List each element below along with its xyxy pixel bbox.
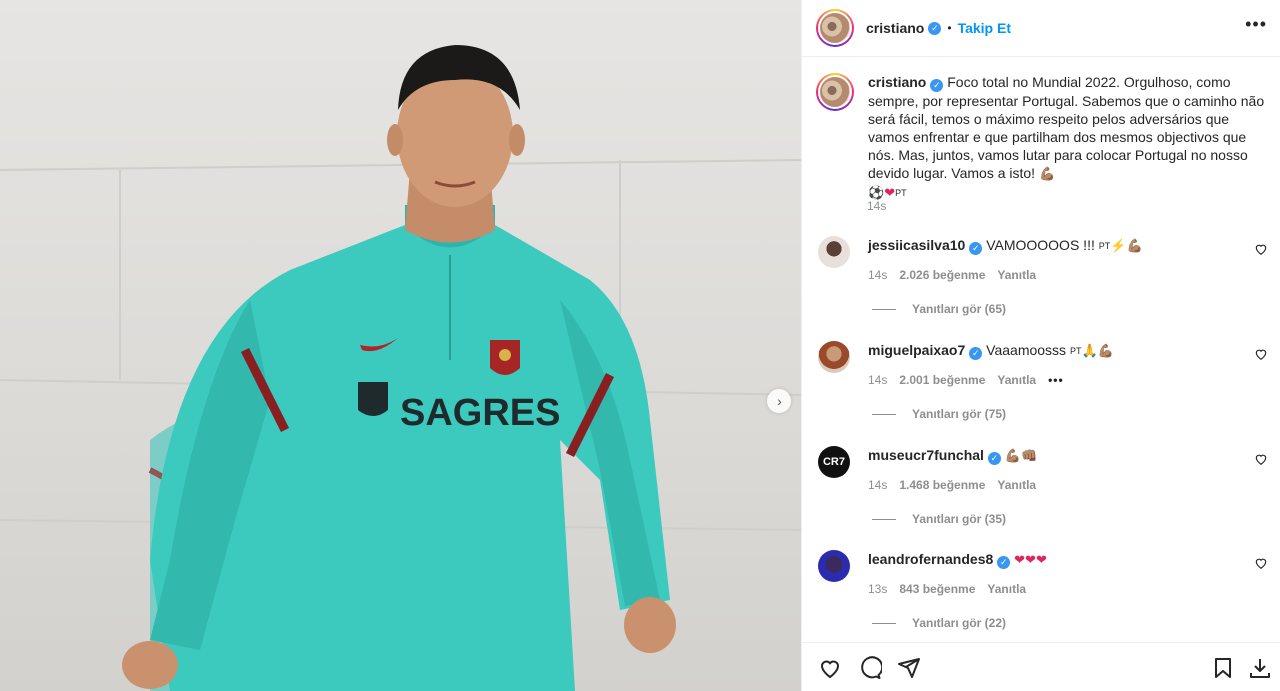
comment-meta: 14s 1.468 beğenme Yanıtla bbox=[868, 478, 1036, 492]
jersey-sponsor-text: SAGRES bbox=[400, 392, 560, 434]
reply-button[interactable]: Yanıtla bbox=[997, 373, 1036, 387]
comment-emoji: 💪🏽👊🏽 bbox=[1004, 448, 1038, 463]
portugal-flag-emoji: PT bbox=[1098, 241, 1111, 251]
comment-body: museucr7funchal ✓ 💪🏽👊🏽 bbox=[868, 446, 1238, 465]
comment-meta: 14s 2.026 beğenme Yanıtla bbox=[868, 268, 1036, 282]
author-username[interactable]: cristiano bbox=[866, 20, 924, 36]
verified-badge-icon: ✓ bbox=[930, 79, 944, 92]
author-avatar[interactable] bbox=[816, 9, 854, 47]
caption-username[interactable]: cristiano bbox=[868, 74, 926, 90]
reply-button[interactable]: Yanıtla bbox=[987, 582, 1026, 596]
comment-username[interactable]: miguelpaixao7 bbox=[868, 342, 965, 358]
next-photo-button[interactable]: › bbox=[767, 389, 791, 413]
commenter-avatar[interactable] bbox=[818, 236, 850, 268]
heart-icon[interactable] bbox=[818, 656, 842, 680]
caption-text: Foco total no Mundial 2022. Orgulhoso, c… bbox=[868, 74, 1265, 181]
reply-button[interactable]: Yanıtla bbox=[997, 478, 1036, 492]
view-replies-label: Yanıtları gör (65) bbox=[912, 302, 1007, 316]
view-replies-button[interactable]: Yanıtları gör (35) bbox=[872, 512, 1006, 526]
comment-like-heart-icon[interactable] bbox=[1254, 347, 1268, 361]
share-icon[interactable] bbox=[897, 656, 921, 680]
comment-username[interactable]: museucr7funchal bbox=[868, 447, 984, 463]
comment-likes[interactable]: 2.026 beğenme bbox=[899, 268, 985, 282]
follow-button[interactable]: Takip Et bbox=[958, 20, 1011, 36]
comment-likes[interactable]: 1.468 beğenme bbox=[899, 478, 985, 492]
post-header: cristiano ✓ • Takip Et ••• bbox=[802, 0, 1280, 57]
comment-meta: 14s 2.001 beğenme Yanıtla ••• bbox=[868, 373, 1064, 387]
view-replies-label: Yanıtları gör (35) bbox=[912, 512, 1007, 526]
photo-illustration: SAGRES bbox=[0, 45, 801, 691]
comment-text: VAMOOOOOS !!! bbox=[986, 237, 1099, 253]
comment-body: miguelpaixao7 ✓ Vaaamoosss PT🙏💪🏽 bbox=[868, 341, 1238, 360]
header-separator: • bbox=[947, 21, 952, 35]
post-caption: cristiano ✓ Foco total no Mundial 2022. O… bbox=[816, 73, 1268, 202]
comment-emoji: 🙏💪🏽 bbox=[1081, 343, 1114, 358]
verified-badge-icon: ✓ bbox=[987, 452, 1001, 465]
reply-button[interactable]: Yanıtla bbox=[997, 268, 1036, 282]
view-replies-button[interactable]: Yanıtları gör (22) bbox=[872, 616, 1006, 630]
comment-time: 14s bbox=[868, 268, 888, 282]
comment-username[interactable]: jessiicasilva10 bbox=[868, 237, 965, 253]
comment-icon[interactable] bbox=[858, 656, 882, 680]
comment-time: 14s bbox=[868, 373, 888, 387]
comment-options-icon[interactable]: ••• bbox=[1048, 373, 1064, 387]
comment-text: Vaaamoosss bbox=[986, 342, 1070, 358]
verified-badge-icon: ✓ bbox=[969, 347, 983, 360]
caption-author-avatar[interactable] bbox=[816, 73, 854, 111]
comment-like-heart-icon[interactable] bbox=[1254, 556, 1268, 570]
flexed-biceps-emoji: 💪🏽 bbox=[1038, 166, 1056, 181]
post-details-panel: cristiano ✓ • Takip Et ••• cristiano ✓ Fo… bbox=[801, 0, 1280, 691]
comment-like-heart-icon[interactable] bbox=[1254, 452, 1268, 466]
verified-badge-icon: ✓ bbox=[928, 21, 942, 35]
verified-badge-icon: ✓ bbox=[997, 556, 1011, 569]
view-replies-button[interactable]: Yanıtları gör (65) bbox=[872, 302, 1006, 316]
comment-username[interactable]: leandrofernandes8 bbox=[868, 551, 993, 567]
caption-text-block: cristiano ✓ Foco total no Mundial 2022. O… bbox=[868, 73, 1268, 202]
view-replies-label: Yanıtları gör (22) bbox=[912, 616, 1007, 630]
soccer-ball-emoji: ⚽ bbox=[868, 185, 885, 200]
commenter-avatar[interactable] bbox=[818, 550, 850, 582]
comment-emoji: ⚡💪🏽 bbox=[1110, 238, 1143, 253]
post-viewer: SAGRES › cristiano ✓ • Takip Et ••• cris… bbox=[0, 0, 1280, 691]
chevron-right-icon: › bbox=[777, 393, 782, 409]
portugal-flag-emoji: PT bbox=[1069, 346, 1082, 356]
view-replies-label: Yanıtları gör (75) bbox=[912, 407, 1007, 421]
comment-emoji: ❤❤❤ bbox=[1014, 552, 1047, 567]
comment-like-heart-icon[interactable] bbox=[1254, 242, 1268, 256]
post-actions-bar bbox=[802, 642, 1280, 691]
caption-timestamp: 14s bbox=[867, 199, 887, 213]
comment-body: leandrofernandes8 ✓ ❤❤❤ bbox=[868, 550, 1238, 569]
post-photo[interactable]: SAGRES › bbox=[0, 0, 801, 691]
cr7-logo-text: CR7 bbox=[822, 456, 845, 468]
comment-likes[interactable]: 843 beğenme bbox=[899, 582, 975, 596]
red-heart-emoji: ❤ bbox=[884, 185, 896, 200]
comment-likes[interactable]: 2.001 beğenme bbox=[899, 373, 985, 387]
download-icon[interactable] bbox=[1248, 656, 1272, 680]
portugal-flag-emoji: PT bbox=[895, 188, 907, 198]
view-replies-button[interactable]: Yanıtları gör (75) bbox=[872, 407, 1006, 421]
commenter-avatar[interactable]: CR7 bbox=[818, 446, 850, 478]
comment-time: 13s bbox=[868, 582, 888, 596]
more-options-icon[interactable]: ••• bbox=[1245, 14, 1267, 35]
bookmark-icon[interactable] bbox=[1211, 656, 1235, 680]
comment-time: 14s bbox=[868, 478, 888, 492]
comment-meta: 13s 843 beğenme Yanıtla bbox=[868, 582, 1026, 596]
verified-badge-icon: ✓ bbox=[969, 242, 983, 255]
comment-body: jessiicasilva10 ✓ VAMOOOOOS !!! PT⚡💪🏽 bbox=[868, 236, 1238, 255]
commenter-avatar[interactable] bbox=[818, 341, 850, 373]
